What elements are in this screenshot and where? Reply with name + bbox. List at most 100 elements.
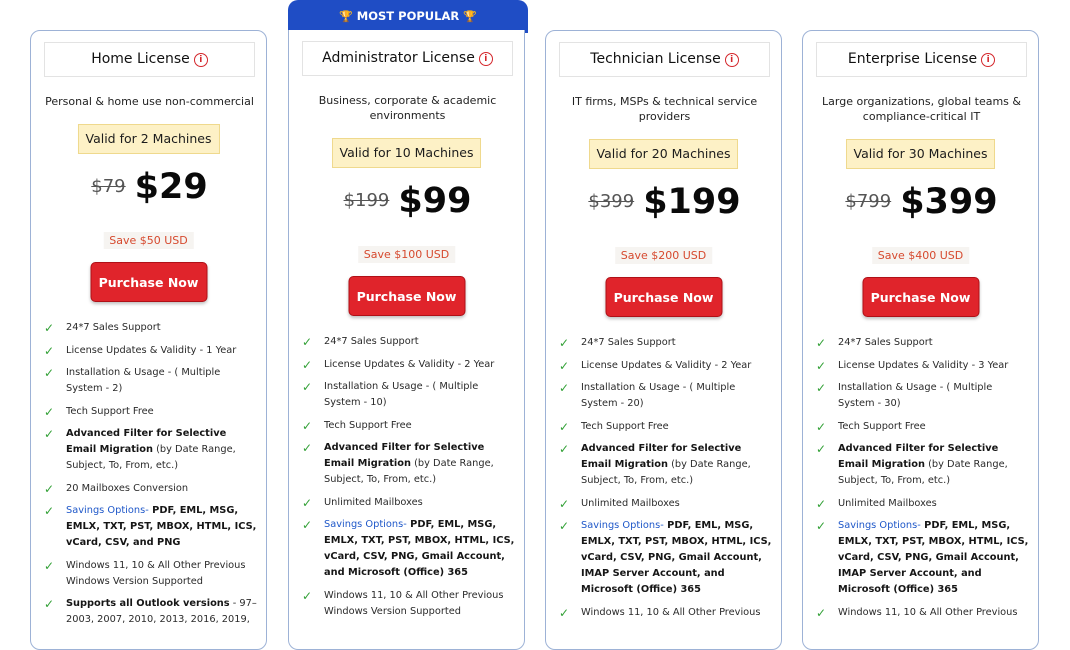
savings-options-link[interactable]: Savings Options-: [838, 520, 921, 531]
check-icon: ✓: [559, 496, 570, 511]
check-icon: ✓: [816, 358, 827, 373]
check-icon: ✓: [816, 381, 827, 395]
check-icon: ✓: [302, 357, 313, 372]
feature-item: ✓ Unlimited Mailboxes: [559, 496, 680, 511]
feature-item: ✓ License Updates & Validity - 2 Year: [302, 357, 495, 372]
trophy-icon: 🏆: [339, 10, 353, 23]
feature-item: ✓ Savings Options- PDF, EML, MSG, EMLX, T…: [816, 519, 1029, 595]
feature-item: ✓ Installation & Usage - ( Multiple Syste…: [559, 381, 736, 409]
check-icon: ✓: [816, 605, 827, 620]
check-icon: ✓: [44, 321, 55, 335]
most-popular-label: MOST POPULAR: [356, 9, 460, 23]
feature-item: ✓ Supports all Outlook versions - 97–2003…: [44, 597, 257, 625]
savings-options-link[interactable]: Savings Options-: [66, 505, 149, 516]
purchase-now-button[interactable]: Purchase Now: [605, 277, 722, 317]
card-title-text: Enterprise License: [847, 51, 978, 67]
old-price: $799: [845, 191, 892, 212]
savings-badge: Save $100 USD: [357, 246, 456, 263]
pricing-card-administrator: Administrator License i Business, corpora…: [288, 30, 525, 650]
check-icon: ✓: [302, 588, 313, 603]
feature-item: ✓ Savings Options- PDF, EML, MSG, EMLX, T…: [302, 518, 515, 578]
feature-item: ✓ Advanced Filter for Selective Email Mig…: [302, 441, 494, 485]
check-icon: ✓: [559, 605, 570, 620]
check-icon: ✓: [44, 404, 55, 419]
savings-options-link[interactable]: Savings Options-: [581, 520, 664, 531]
current-price: $399: [900, 182, 998, 222]
feature-item: ✓ Installation & Usage - ( Multiple Syste…: [302, 380, 479, 408]
check-icon: ✓: [559, 419, 570, 434]
feature-item: ✓ Savings Options- PDF, EML, MSG, EMLX, T…: [559, 519, 772, 595]
price-row: $399 $199: [546, 182, 781, 222]
price-row: $199 $99: [289, 181, 524, 221]
check-icon: ✓: [559, 519, 570, 533]
card-title: Technician License i: [559, 42, 770, 77]
card-description: Personal & home use non-commercial: [45, 95, 254, 108]
purchase-now-button[interactable]: Purchase Now: [348, 276, 465, 316]
check-icon: ✓: [44, 504, 55, 518]
check-icon: ✓: [302, 441, 313, 455]
feature-item: ✓ Advanced Filter for Selective Email Mig…: [44, 427, 236, 471]
feature-item: ✓ Savings Options- PDF, EML, MSG, EMLX, T…: [44, 504, 257, 548]
most-popular-banner: 🏆 MOST POPULAR 🏆: [288, 0, 528, 33]
check-icon: ✓: [302, 418, 313, 433]
feature-item: ✓ Tech Support Free: [816, 419, 926, 434]
current-price: $199: [643, 182, 741, 222]
pricing-card-enterprise: Enterprise License i Large organizations,…: [802, 30, 1039, 650]
old-price: $399: [588, 191, 635, 212]
feature-item: ✓ Windows 11, 10 & All Other Previous Win…: [302, 588, 504, 617]
feature-item: ✓ Installation & Usage - ( Multiple Syste…: [816, 381, 993, 409]
feature-list: ✓ 24*7 Sales Support ✓ License Updates & V…: [43, 320, 258, 635]
check-icon: ✓: [302, 380, 313, 394]
check-icon: ✓: [816, 419, 827, 434]
current-price: $99: [398, 181, 472, 221]
check-icon: ✓: [559, 336, 570, 350]
check-icon: ✓: [302, 518, 313, 532]
feature-item: ✓ Tech Support Free: [44, 404, 154, 419]
info-icon[interactable]: i: [981, 53, 996, 67]
feature-item: ✓ Advanced Filter for Selective Email Mig…: [559, 442, 751, 486]
card-title: Enterprise License i: [816, 42, 1027, 77]
check-icon: ✓: [559, 442, 570, 456]
info-icon[interactable]: i: [724, 53, 739, 67]
check-icon: ✓: [44, 597, 55, 611]
check-icon: ✓: [302, 495, 313, 510]
card-description: Business, corporate & academic environme…: [318, 94, 497, 122]
info-icon[interactable]: i: [478, 52, 493, 66]
savings-options-link[interactable]: Savings Options-: [324, 519, 407, 530]
card-title: Administrator License i: [302, 41, 513, 76]
check-icon: ✓: [44, 427, 55, 441]
purchase-now-button[interactable]: Purchase Now: [862, 277, 979, 317]
check-icon: ✓: [816, 519, 827, 533]
check-icon: ✓: [44, 366, 55, 380]
price-row: $79 $29: [31, 167, 266, 207]
check-icon: ✓: [44, 343, 55, 358]
feature-item: ✓ Tech Support Free: [302, 418, 412, 433]
card-title-text: Administrator License: [322, 50, 475, 66]
check-icon: ✓: [559, 381, 570, 395]
check-icon: ✓: [816, 442, 827, 456]
price-row: $799 $399: [803, 182, 1038, 222]
feature-item: ✓ License Updates & Validity - 1 Year: [44, 343, 237, 358]
savings-badge: Save $50 USD: [103, 232, 194, 249]
feature-item: ✓ Installation & Usage - ( Multiple Syste…: [44, 366, 221, 394]
feature-list: ✓ 24*7 Sales Support ✓ License Updates & V…: [301, 334, 516, 626]
feature-item: ✓ Tech Support Free: [559, 419, 669, 434]
feature-item: ✓ Windows 11, 10 & All Other Previous: [816, 605, 1018, 620]
feature-item: ✓ License Updates & Validity - 2 Year: [559, 358, 752, 373]
feature-item: ✓ Unlimited Mailboxes: [302, 495, 423, 510]
feature-list: ✓ 24*7 Sales Support ✓ License Updates & V…: [815, 335, 1030, 627]
feature-item: ✓ Windows 11, 10 & All Other Previous: [559, 605, 761, 620]
info-icon[interactable]: i: [193, 53, 208, 67]
purchase-now-button[interactable]: Purchase Now: [90, 262, 207, 302]
feature-item: ✓ 24*7 Sales Support: [816, 336, 933, 350]
pricing-card-technician: Technician License i IT firms, MSPs & tec…: [545, 30, 782, 650]
current-price: $29: [134, 167, 208, 207]
feature-item: ✓ 20 Mailboxes Conversion: [44, 481, 189, 496]
check-icon: ✓: [44, 481, 55, 496]
feature-item: ✓ License Updates & Validity - 3 Year: [816, 358, 1009, 373]
check-icon: ✓: [816, 496, 827, 511]
card-title-text: Technician License: [590, 51, 721, 67]
pricing-card-home: Home License i Personal & home use non-co…: [30, 30, 267, 650]
feature-item: ✓ 24*7 Sales Support: [44, 321, 161, 335]
feature-item: ✓ 24*7 Sales Support: [559, 336, 676, 350]
